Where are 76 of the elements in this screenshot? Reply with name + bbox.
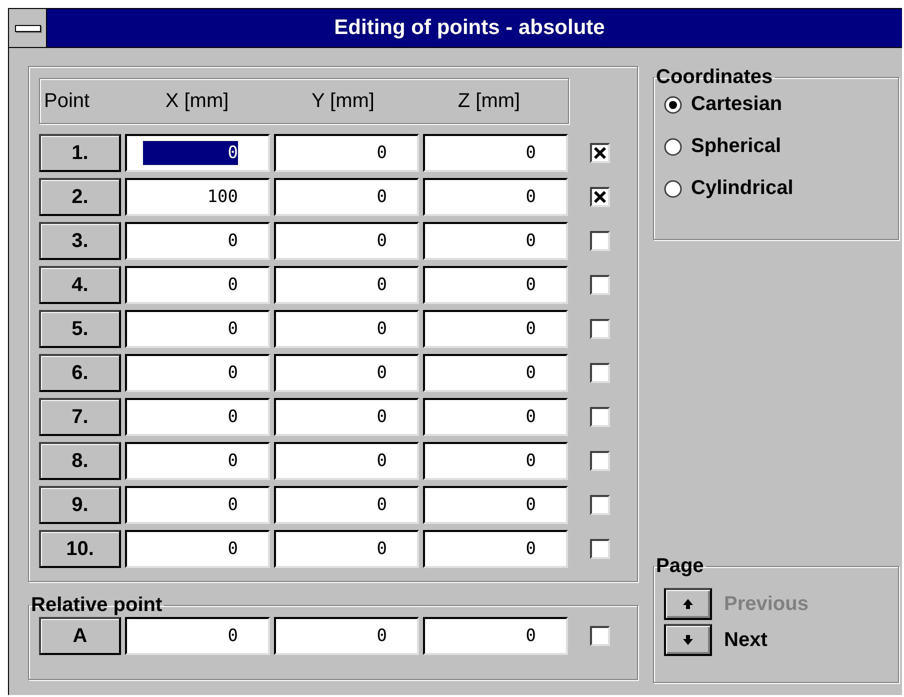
input-field[interactable]: 0 bbox=[125, 134, 270, 172]
radio-button[interactable] bbox=[664, 96, 682, 114]
input-field[interactable]: 0 bbox=[274, 442, 419, 480]
input-field[interactable]: 0 bbox=[125, 442, 270, 480]
checkbox[interactable] bbox=[590, 407, 610, 427]
point-button[interactable]: 4. bbox=[39, 266, 121, 304]
column-header: Y [mm] bbox=[310, 90, 376, 112]
input-field[interactable]: 0 bbox=[423, 134, 568, 172]
column-header: X [mm] bbox=[164, 90, 230, 112]
input-field[interactable]: 0 bbox=[423, 222, 568, 260]
input-field[interactable]: 0 bbox=[423, 486, 568, 524]
input-field[interactable]: 0 bbox=[125, 617, 270, 655]
input-field[interactable]: 0 bbox=[274, 134, 419, 172]
radio-label: Spherical bbox=[691, 135, 782, 158]
radio-label: Cartesian bbox=[691, 93, 782, 116]
radio-label: Cylindrical bbox=[691, 177, 794, 200]
input-field[interactable]: 0 bbox=[125, 486, 270, 524]
input-field[interactable]: 0 bbox=[125, 530, 270, 568]
input-field[interactable]: 0 bbox=[274, 530, 419, 568]
checkbox[interactable] bbox=[590, 363, 610, 383]
point-button[interactable]: 2. bbox=[39, 178, 121, 216]
point-button[interactable]: 10. bbox=[39, 530, 121, 568]
page-button[interactable] bbox=[664, 624, 712, 656]
point-button[interactable]: 9. bbox=[39, 486, 121, 524]
input-field[interactable]: 0 bbox=[274, 222, 419, 260]
radio-button[interactable] bbox=[664, 138, 682, 156]
page-button-label: Previous bbox=[724, 592, 808, 616]
down-arrow-icon bbox=[681, 633, 695, 647]
input-field[interactable]: 100 bbox=[125, 178, 270, 216]
window-title: Editing of points - absolute bbox=[333, 16, 606, 40]
input-field[interactable]: 0 bbox=[274, 617, 419, 655]
input-field[interactable]: 0 bbox=[423, 617, 568, 655]
point-button[interactable]: 5. bbox=[39, 310, 121, 348]
checkbox[interactable] bbox=[590, 143, 610, 163]
group-title: Relative point bbox=[30, 594, 164, 617]
checkbox[interactable] bbox=[590, 451, 610, 471]
checkbox[interactable] bbox=[590, 495, 610, 515]
group-title: Page bbox=[655, 555, 705, 578]
input-field[interactable]: 0 bbox=[274, 310, 419, 348]
checkbox[interactable] bbox=[590, 319, 610, 339]
input-field[interactable]: 0 bbox=[274, 178, 419, 216]
input-field[interactable]: 0 bbox=[125, 310, 270, 348]
input-field[interactable]: 0 bbox=[423, 398, 568, 436]
input-field[interactable]: 0 bbox=[125, 222, 270, 260]
input-field[interactable]: 0 bbox=[423, 310, 568, 348]
input-field[interactable]: 0 bbox=[125, 354, 270, 392]
point-button[interactable]: 8. bbox=[39, 442, 121, 480]
checkbox[interactable] bbox=[590, 275, 610, 295]
input-field[interactable]: 0 bbox=[125, 398, 270, 436]
checkbox[interactable] bbox=[590, 231, 610, 251]
radio-button[interactable] bbox=[664, 180, 682, 198]
checkbox[interactable] bbox=[590, 187, 610, 207]
column-header: Z [mm] bbox=[456, 90, 522, 112]
point-button[interactable]: 3. bbox=[39, 222, 121, 260]
up-arrow-icon bbox=[681, 597, 695, 611]
input-field[interactable]: 0 bbox=[274, 486, 419, 524]
input-field[interactable]: 0 bbox=[423, 178, 568, 216]
input-field[interactable]: 0 bbox=[423, 530, 568, 568]
input-field[interactable]: 0 bbox=[274, 266, 419, 304]
system-menu-button[interactable] bbox=[9, 9, 47, 47]
input-field[interactable]: 0 bbox=[125, 266, 270, 304]
input-field[interactable]: 0 bbox=[423, 354, 568, 392]
point-button[interactable]: 7. bbox=[39, 398, 121, 436]
point-button[interactable]: 6. bbox=[39, 354, 121, 392]
input-field[interactable]: 0 bbox=[423, 442, 568, 480]
page-button[interactable] bbox=[664, 588, 712, 620]
checkbox[interactable] bbox=[590, 539, 610, 559]
page-button-label: Next bbox=[724, 628, 768, 652]
column-header: Point bbox=[43, 90, 91, 112]
input-field[interactable]: 0 bbox=[274, 398, 419, 436]
input-field[interactable]: 0 bbox=[274, 354, 419, 392]
point-button[interactable]: 1. bbox=[39, 134, 121, 172]
point-button[interactable]: A bbox=[39, 617, 121, 655]
group-title: Coordinates bbox=[655, 66, 774, 89]
input-field[interactable]: 0 bbox=[423, 266, 568, 304]
checkbox[interactable] bbox=[590, 626, 610, 646]
